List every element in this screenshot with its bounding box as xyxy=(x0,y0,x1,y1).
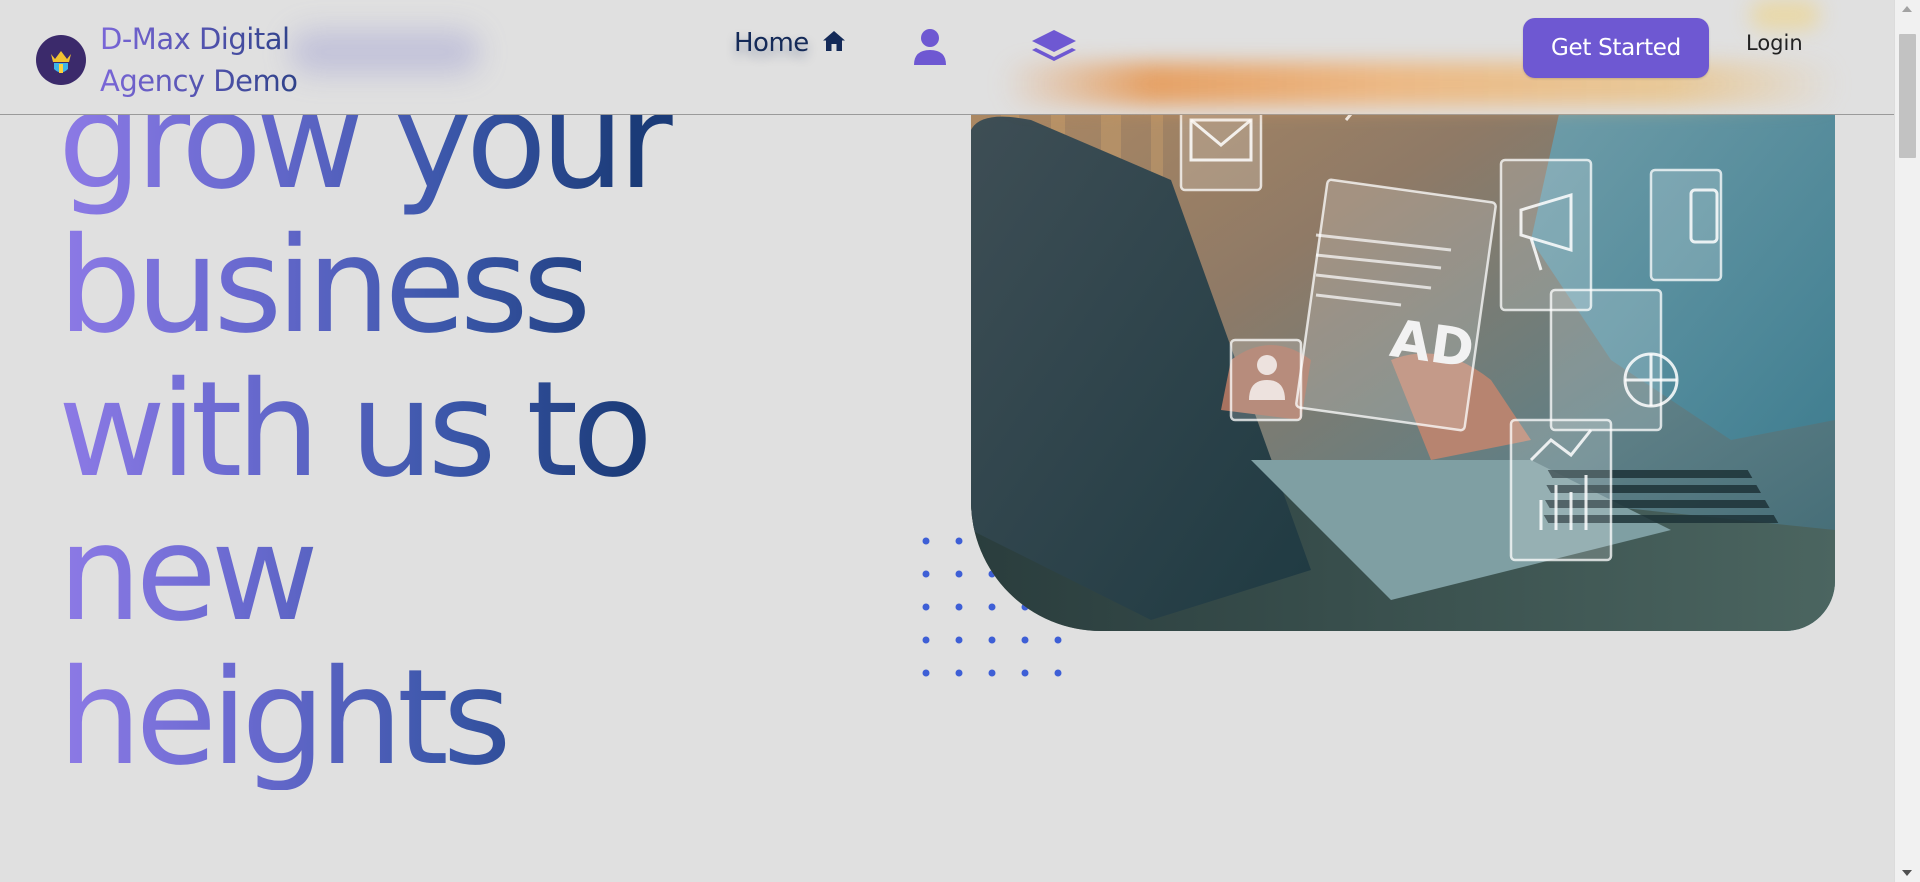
brand[interactable]: D-Max Digital Agency Demo xyxy=(36,18,340,102)
hero-heading: grow your business with us to new height… xyxy=(58,70,778,790)
get-started-button[interactable]: Get Started xyxy=(1523,18,1709,78)
layers-icon[interactable] xyxy=(1030,28,1078,72)
user-icon[interactable] xyxy=(912,28,948,70)
nav-home-link[interactable]: Home xyxy=(734,28,847,58)
scroll-down-arrow-icon[interactable] xyxy=(1902,870,1912,876)
page: D-Max Digital Agency Demo Home Get Start… xyxy=(0,0,1920,882)
home-icon[interactable] xyxy=(821,29,847,57)
page-scrollbar[interactable] xyxy=(1894,0,1920,882)
scroll-up-arrow-icon[interactable] xyxy=(1902,6,1912,12)
hero-image: AD xyxy=(971,60,1835,631)
navbar-decorative-glow xyxy=(1000,62,1840,106)
globe-icon xyxy=(1623,352,1679,408)
login-button[interactable]: Login xyxy=(1740,30,1809,56)
ad-text: AD xyxy=(1387,309,1478,380)
scrollbar-thumb[interactable] xyxy=(1899,34,1916,158)
nav-home-label[interactable]: Home xyxy=(734,28,809,58)
brand-name[interactable]: D-Max Digital Agency Demo xyxy=(100,18,340,102)
navbar-decorative-glow-small xyxy=(1750,0,1820,30)
crown-shield-icon xyxy=(36,35,86,85)
top-navbar: D-Max Digital Agency Demo Home Get Start… xyxy=(0,0,1895,115)
